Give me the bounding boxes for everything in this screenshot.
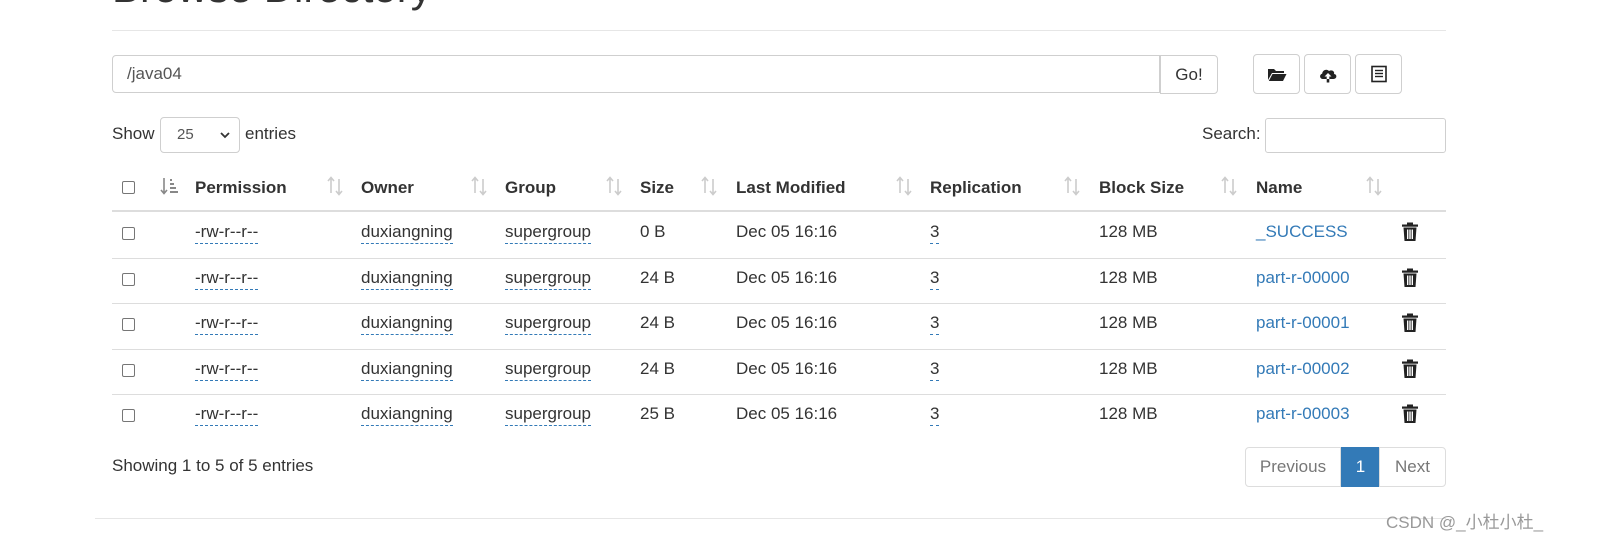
file-name-link[interactable]: part-r-00003 [1256, 404, 1350, 424]
go-button[interactable]: Go! [1160, 55, 1218, 94]
replication-cell[interactable]: 3 [930, 359, 940, 381]
replication-cell[interactable]: 3 [930, 268, 940, 290]
size-cell: 24 B [640, 358, 675, 378]
create-directory-button[interactable] [1253, 54, 1300, 94]
size-cell: 25 B [640, 404, 675, 423]
row-checkbox[interactable] [122, 227, 135, 240]
column-header-block-size[interactable]: Block Size [1099, 178, 1184, 198]
size-cell: 24 B [640, 313, 675, 332]
replication-cell[interactable]: 3 [930, 404, 940, 426]
pagination-previous[interactable]: Previous [1245, 447, 1341, 487]
row-divider [112, 303, 1446, 304]
title-divider [112, 30, 1446, 31]
file-name-link[interactable]: _SUCCESS [1256, 222, 1348, 242]
search-label: Search: [1202, 124, 1261, 143]
chevron-down-icon [220, 132, 230, 139]
pagination-page-1[interactable]: 1 [1341, 447, 1380, 487]
table-header-divider [112, 210, 1446, 212]
pagination-next[interactable]: Next [1379, 447, 1446, 487]
trash-icon[interactable] [1401, 404, 1419, 424]
owner-cell[interactable]: duxiangning [361, 404, 453, 426]
size-cell: 24 B [640, 267, 675, 287]
permission-cell[interactable]: -rw-r--r-- [195, 268, 259, 290]
list-icon [1370, 65, 1387, 83]
group-cell[interactable]: supergroup [505, 268, 592, 290]
permission-cell[interactable]: -rw-r--r-- [195, 313, 259, 335]
directory-path-input[interactable] [112, 55, 1160, 93]
trash-icon[interactable] [1401, 222, 1419, 242]
file-name-link[interactable]: part-r-00001 [1256, 313, 1350, 333]
group-cell[interactable]: supergroup [505, 359, 592, 381]
replication-cell[interactable]: 3 [930, 313, 940, 335]
group-cell[interactable]: supergroup [505, 404, 592, 426]
entries-per-page-select[interactable]: 25 [160, 117, 240, 153]
file-name-link[interactable]: part-r-00002 [1256, 359, 1350, 379]
row-checkbox[interactable] [122, 318, 135, 331]
column-header-name[interactable]: Name [1256, 178, 1302, 198]
search-input[interactable] [1265, 118, 1446, 153]
table-info: Showing 1 to 5 of 5 entries [112, 456, 314, 475]
column-header-size[interactable]: Size [640, 178, 674, 198]
sort-both-icon[interactable] [1063, 176, 1081, 196]
group-cell[interactable]: supergroup [505, 222, 592, 244]
sort-both-icon[interactable] [326, 176, 344, 196]
last-modified-cell: Dec 05 16:16 [736, 358, 838, 378]
column-header-replication[interactable]: Replication [930, 178, 1022, 198]
sort-both-icon[interactable] [1365, 176, 1383, 196]
upload-button[interactable] [1304, 54, 1351, 94]
watermark: CSDN @_小杜小杜_ [1386, 513, 1544, 532]
file-name-link[interactable]: part-r-00000 [1256, 268, 1350, 288]
sort-both-icon[interactable] [895, 176, 913, 196]
last-modified-cell: Dec 05 16:16 [736, 404, 838, 423]
block-size-cell: 128 MB [1099, 313, 1158, 332]
owner-cell[interactable]: duxiangning [361, 268, 453, 290]
size-cell: 0 B [640, 222, 666, 241]
column-header-last-modified[interactable]: Last Modified [736, 178, 846, 198]
entries-label: entries [245, 124, 297, 143]
folder-open-icon [1267, 69, 1286, 81]
row-checkbox[interactable] [122, 363, 135, 377]
sort-both-icon[interactable] [605, 176, 623, 196]
select-all-checkbox[interactable] [122, 181, 135, 194]
sort-both-icon[interactable] [1220, 176, 1238, 196]
sort-ascending-icon[interactable] [160, 176, 178, 196]
entries-select-value: 25 [177, 126, 194, 143]
last-modified-cell: Dec 05 16:16 [736, 267, 838, 287]
block-size-cell: 128 MB [1099, 222, 1158, 241]
permission-cell[interactable]: -rw-r--r-- [195, 222, 259, 244]
show-label: Show [112, 124, 155, 143]
trash-icon[interactable] [1401, 268, 1419, 288]
row-divider [112, 348, 1446, 350]
replication-cell[interactable]: 3 [930, 222, 940, 244]
cloud-upload-icon [1319, 69, 1336, 83]
last-modified-cell: Dec 05 16:16 [736, 313, 838, 332]
page-title: Browse Directory [112, 0, 432, 9]
row-divider [112, 257, 1446, 259]
footer-divider [95, 518, 1446, 519]
permission-cell[interactable]: -rw-r--r-- [195, 359, 259, 381]
permission-cell[interactable]: -rw-r--r-- [195, 404, 259, 426]
column-header-owner[interactable]: Owner [361, 178, 414, 198]
owner-cell[interactable]: duxiangning [361, 359, 453, 381]
column-header-permission[interactable]: Permission [195, 178, 287, 198]
owner-cell[interactable]: duxiangning [361, 222, 453, 244]
last-modified-cell: Dec 05 16:16 [736, 222, 838, 241]
block-size-cell: 128 MB [1099, 267, 1158, 287]
trash-icon[interactable] [1401, 313, 1419, 333]
block-size-cell: 128 MB [1099, 404, 1158, 423]
row-checkbox[interactable] [122, 409, 135, 422]
block-size-cell: 128 MB [1099, 358, 1158, 378]
sort-both-icon[interactable] [700, 176, 718, 196]
row-divider [112, 394, 1446, 395]
column-header-group[interactable]: Group [505, 178, 556, 198]
group-cell[interactable]: supergroup [505, 313, 592, 335]
trash-icon[interactable] [1401, 359, 1419, 379]
owner-cell[interactable]: duxiangning [361, 313, 453, 335]
cut-paste-button[interactable] [1355, 54, 1402, 94]
row-checkbox[interactable] [122, 272, 135, 286]
sort-both-icon[interactable] [470, 176, 488, 196]
